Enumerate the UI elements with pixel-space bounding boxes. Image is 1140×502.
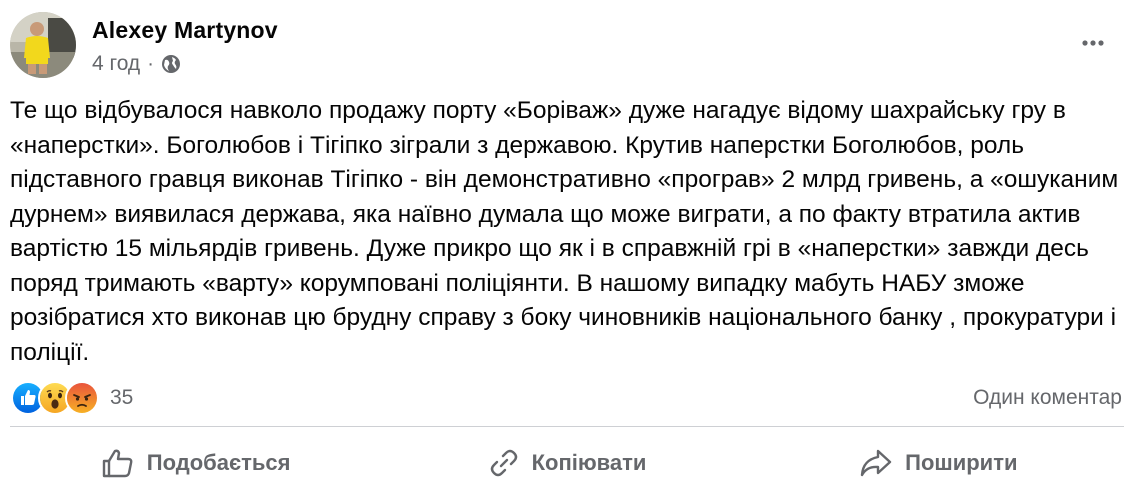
copy-button[interactable]: Копіювати [381, 432, 752, 494]
like-button[interactable]: Подобається [10, 432, 381, 494]
avatar-image [10, 12, 76, 78]
comments-count[interactable]: Один коментар [973, 386, 1122, 410]
share-button-label: Поширити [905, 450, 1018, 475]
reactions-summary[interactable]: 35 [11, 381, 133, 415]
reaction-count[interactable]: 35 [110, 386, 133, 410]
meta-separator: · [147, 52, 154, 75]
more-icon[interactable] [1076, 28, 1110, 58]
link-icon [490, 449, 517, 477]
facebook-post: Alexey Martynov 4 год · Те що відбувалос… [0, 0, 1140, 502]
post-meta: 4 год · [92, 52, 181, 76]
thumbs-up-icon [102, 449, 133, 478]
action-bar: Подобається Копіювати Поширити [10, 432, 1124, 494]
angry-icon [65, 381, 99, 415]
globe-icon[interactable] [161, 54, 181, 74]
divider [10, 426, 1124, 427]
avatar[interactable] [10, 12, 76, 78]
share-button[interactable]: Поширити [753, 432, 1124, 494]
author-name[interactable]: Alexey Martynov [92, 17, 278, 44]
share-icon [860, 449, 892, 477]
post-time[interactable]: 4 год [92, 52, 140, 76]
post-text: Те що відбувалося навколо продажу порту … [10, 97, 1119, 366]
like-button-label: Подобається [146, 450, 291, 475]
copy-button-label: Копіювати [531, 450, 647, 475]
